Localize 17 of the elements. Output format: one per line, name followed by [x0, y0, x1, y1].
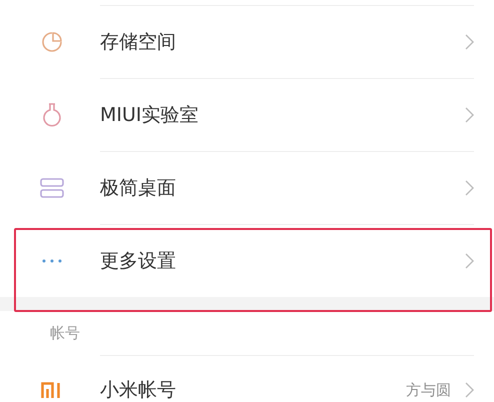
chevron-right-icon [465, 34, 474, 50]
more-dots-icon [42, 259, 62, 263]
mi-logo-icon [41, 382, 63, 398]
row-label: 更多设置 [100, 248, 177, 274]
flask-icon [42, 102, 62, 128]
row-label: 极简桌面 [100, 176, 177, 201]
row-label: 小米帐号 [100, 378, 177, 402]
chevron-right-icon [465, 107, 474, 123]
chevron-right-icon [465, 253, 474, 269]
chevron-right-icon [465, 382, 474, 398]
pie-chart-icon [41, 31, 63, 53]
row-label: 存储空间 [100, 30, 177, 55]
row-value: 方与圆 [406, 380, 451, 401]
layout-icon [40, 178, 64, 198]
chevron-right-icon [465, 180, 474, 196]
row-label: MIUI实验室 [100, 102, 200, 128]
section-header: 帐号 [50, 322, 80, 344]
